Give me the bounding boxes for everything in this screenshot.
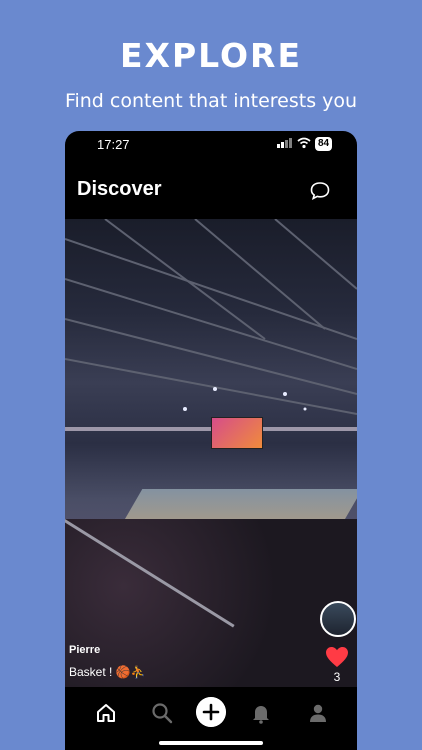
promo-subhead: Find content that interests you <box>64 90 358 112</box>
status-bar: 17:27 84 <box>65 131 357 159</box>
bell-icon[interactable] <box>249 701 273 725</box>
post-caption: Basket ! 🏀⛹️ <box>69 665 146 679</box>
arena-scoreboard <box>211 417 263 449</box>
post-username[interactable]: Pierre <box>69 644 100 656</box>
heart-icon[interactable] <box>325 646 349 668</box>
author-avatar[interactable] <box>320 601 356 637</box>
like-button[interactable]: 3 <box>325 646 349 684</box>
home-indicator <box>159 741 263 745</box>
post-photo[interactable] <box>65 219 357 687</box>
add-icon[interactable] <box>196 697 226 727</box>
chat-bubble-icon[interactable] <box>309 180 331 202</box>
search-icon[interactable] <box>150 701 174 725</box>
promo-headline: EXPLORE <box>119 36 303 75</box>
battery-indicator: 84 <box>315 137 333 151</box>
signal-icon <box>277 138 292 148</box>
status-time: 17:27 <box>97 137 130 152</box>
phone-frame: 17:27 84 Discover 3 Pierre Basket ! 🏀⛹️ <box>65 131 357 750</box>
like-count: 3 <box>333 670 341 684</box>
crowd <box>65 519 357 687</box>
home-icon[interactable] <box>94 701 118 725</box>
profile-icon[interactable] <box>306 701 330 725</box>
app-bar: Discover <box>65 171 357 211</box>
roof-structure <box>65 219 357 431</box>
wifi-icon <box>297 137 311 149</box>
page-title: Discover <box>77 178 162 200</box>
